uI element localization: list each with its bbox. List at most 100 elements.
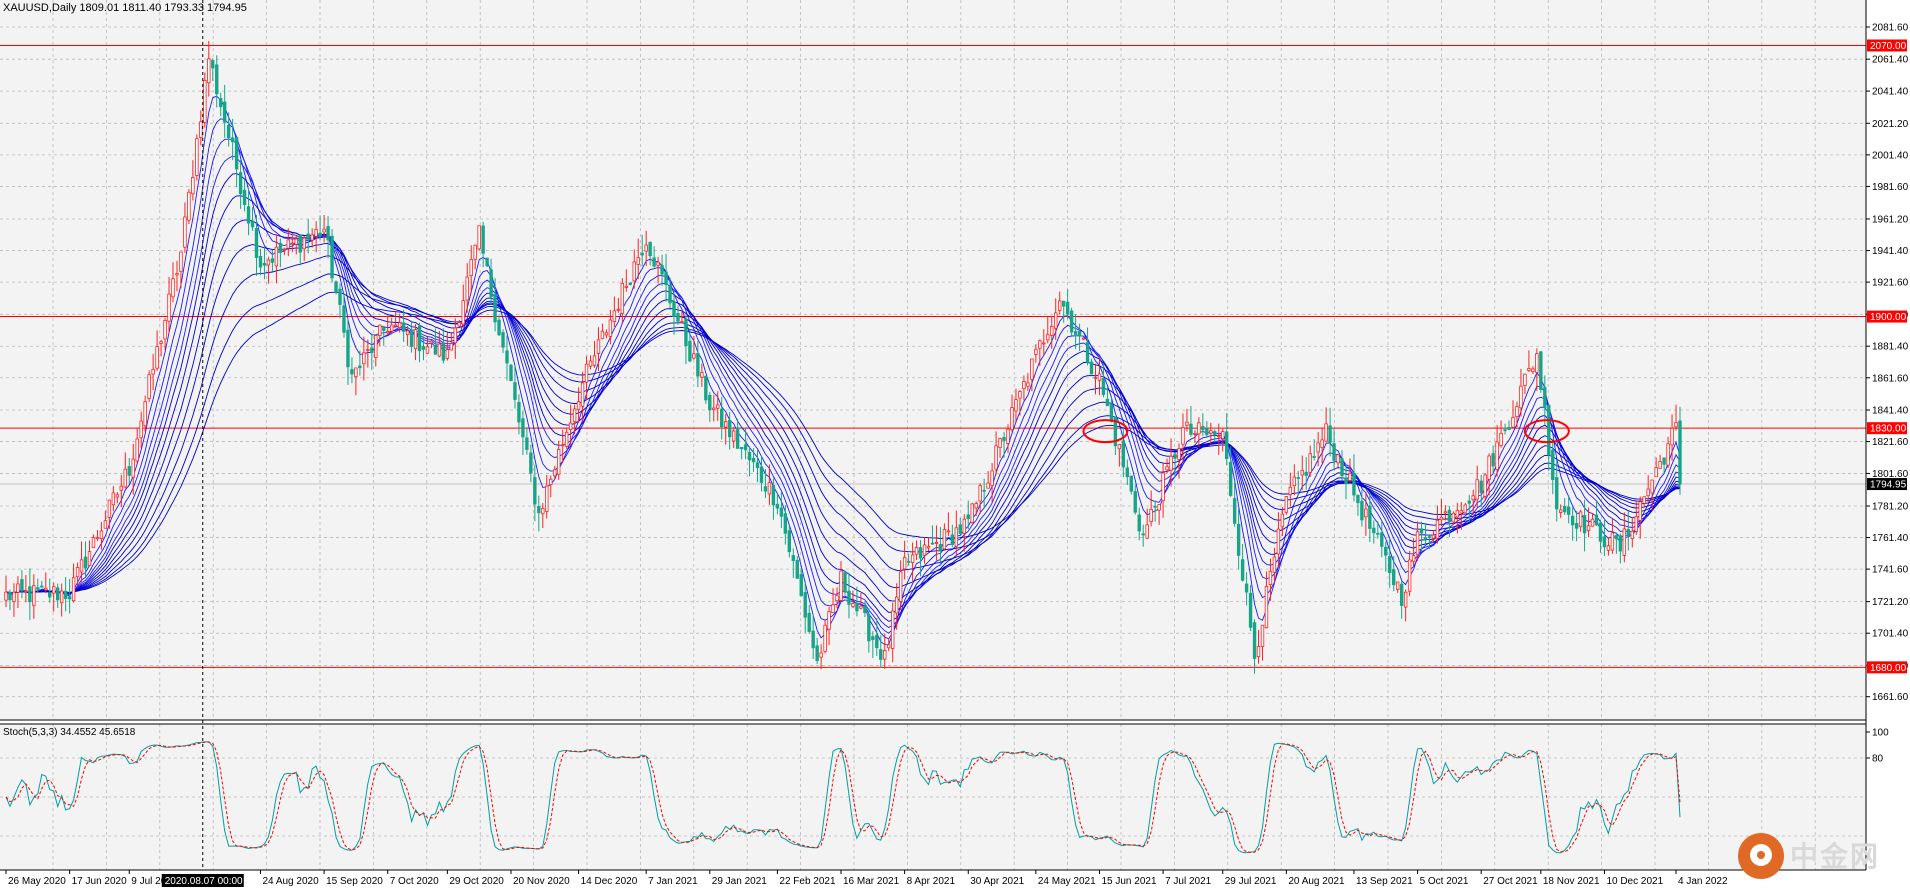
- candle-body: [743, 444, 748, 451]
- candle-body: [584, 363, 589, 383]
- candle-body: [747, 451, 752, 461]
- candle-body: [171, 278, 175, 298]
- time-tick-label: 30 Apr 2021: [970, 876, 1024, 887]
- candle-body: [16, 583, 20, 593]
- candle-body: [942, 529, 947, 550]
- candle-body: [131, 458, 135, 478]
- candle-body: [1320, 439, 1324, 448]
- candle-body: [1228, 461, 1233, 496]
- candle-body: [445, 349, 450, 359]
- candle-body: [219, 98, 223, 108]
- candle-body: [851, 603, 855, 607]
- candle-body: [1630, 530, 1634, 539]
- candle-body: [318, 232, 322, 236]
- candle-body: [115, 494, 120, 498]
- candle-body: [1312, 456, 1316, 458]
- candle-body: [191, 177, 195, 195]
- candle-body: [36, 587, 40, 590]
- candle-body: [1368, 505, 1372, 529]
- candle-body: [286, 239, 291, 249]
- candle-body: [871, 636, 875, 640]
- candle-body: [1093, 377, 1098, 379]
- candle-body: [258, 255, 263, 268]
- xauusd-daily-chart[interactable]: 2081.60 2061.40 2041.40 2021.20 2001.40 1981.…: [0, 0, 1910, 895]
- candle-body: [1284, 496, 1289, 513]
- candle-body: [437, 343, 442, 357]
- candle-body: [83, 556, 88, 569]
- candle-body: [556, 449, 561, 475]
- candle-body: [680, 321, 684, 323]
- candle-body: [1065, 301, 1070, 315]
- candle-body: [119, 485, 124, 491]
- candle-body: [262, 262, 267, 266]
- candle-body: [207, 58, 211, 84]
- candle-body: [883, 650, 887, 660]
- stoch-header: Stoch(5,3,3) 34.4552 45.6518: [3, 727, 135, 738]
- candle-body: [1316, 442, 1320, 453]
- candle-body: [1511, 416, 1515, 428]
- candle-body: [1495, 441, 1499, 470]
- candle-body: [1209, 430, 1213, 434]
- candle-body: [1232, 498, 1237, 524]
- price-tick-label: 2021.20: [1872, 119, 1909, 130]
- candle-body: [592, 355, 597, 366]
- candle-body: [1670, 427, 1674, 446]
- candle-body: [1189, 423, 1193, 435]
- candle-body: [875, 634, 879, 649]
- candle-body: [1193, 433, 1197, 435]
- candle-body: [1101, 378, 1106, 395]
- candle-body: [807, 612, 811, 632]
- candle-body: [1248, 592, 1253, 628]
- candle-body: [735, 427, 740, 449]
- candle-body: [763, 486, 768, 492]
- candle-body: [1646, 488, 1650, 497]
- level-tag-label: 1900.00: [1870, 312, 1907, 323]
- candle-body: [751, 457, 756, 463]
- candle-body: [409, 329, 414, 347]
- candle-body: [731, 430, 736, 442]
- candle-body: [1634, 516, 1638, 532]
- candle-body: [1217, 435, 1221, 438]
- candle-body: [362, 352, 366, 365]
- candle-body: [521, 418, 525, 438]
- candle-body: [568, 422, 573, 430]
- candle-body: [1467, 500, 1471, 504]
- candle-body: [624, 285, 628, 288]
- time-tick-label: 29 Oct 2020: [449, 876, 504, 887]
- candle-body: [1109, 403, 1114, 422]
- candle-body: [990, 470, 994, 486]
- price-tick-label: 2081.60: [1872, 22, 1909, 33]
- candle-body: [1125, 467, 1130, 478]
- candle-body: [1559, 509, 1563, 513]
- candle-body: [918, 547, 923, 559]
- candle-body: [246, 206, 251, 224]
- time-tick-label: 20 Nov 2020: [513, 876, 570, 887]
- candle-body: [429, 340, 434, 344]
- candle-body: [1471, 495, 1475, 501]
- candle-body: [1252, 622, 1257, 659]
- time-tick-label: 20 Aug 2021: [1288, 876, 1345, 887]
- candle-body: [795, 560, 799, 579]
- candle-body: [234, 137, 239, 170]
- candle-body: [1328, 425, 1332, 443]
- candle-body: [199, 121, 203, 138]
- candle-body: [453, 327, 458, 344]
- time-tick-label: 7 Jul 2021: [1165, 876, 1212, 887]
- time-tick-label: 7 Jan 2021: [648, 876, 698, 887]
- candle-body: [338, 288, 342, 305]
- candle-body: [334, 281, 338, 293]
- time-tick-label: 15 Sep 2020: [326, 876, 383, 887]
- candle-body: [1336, 454, 1340, 464]
- candle-body: [759, 466, 764, 483]
- candle-body: [1447, 509, 1452, 522]
- candle-body: [1272, 556, 1277, 573]
- candle-body: [1344, 477, 1348, 484]
- candle-body: [1384, 546, 1388, 556]
- candle-body: [827, 611, 831, 630]
- candle-body: [75, 567, 80, 578]
- candle-body: [1551, 449, 1555, 480]
- candle-body: [1069, 310, 1074, 333]
- candle-body: [914, 547, 919, 555]
- candle-body: [1260, 624, 1265, 648]
- candle-body: [1566, 506, 1571, 515]
